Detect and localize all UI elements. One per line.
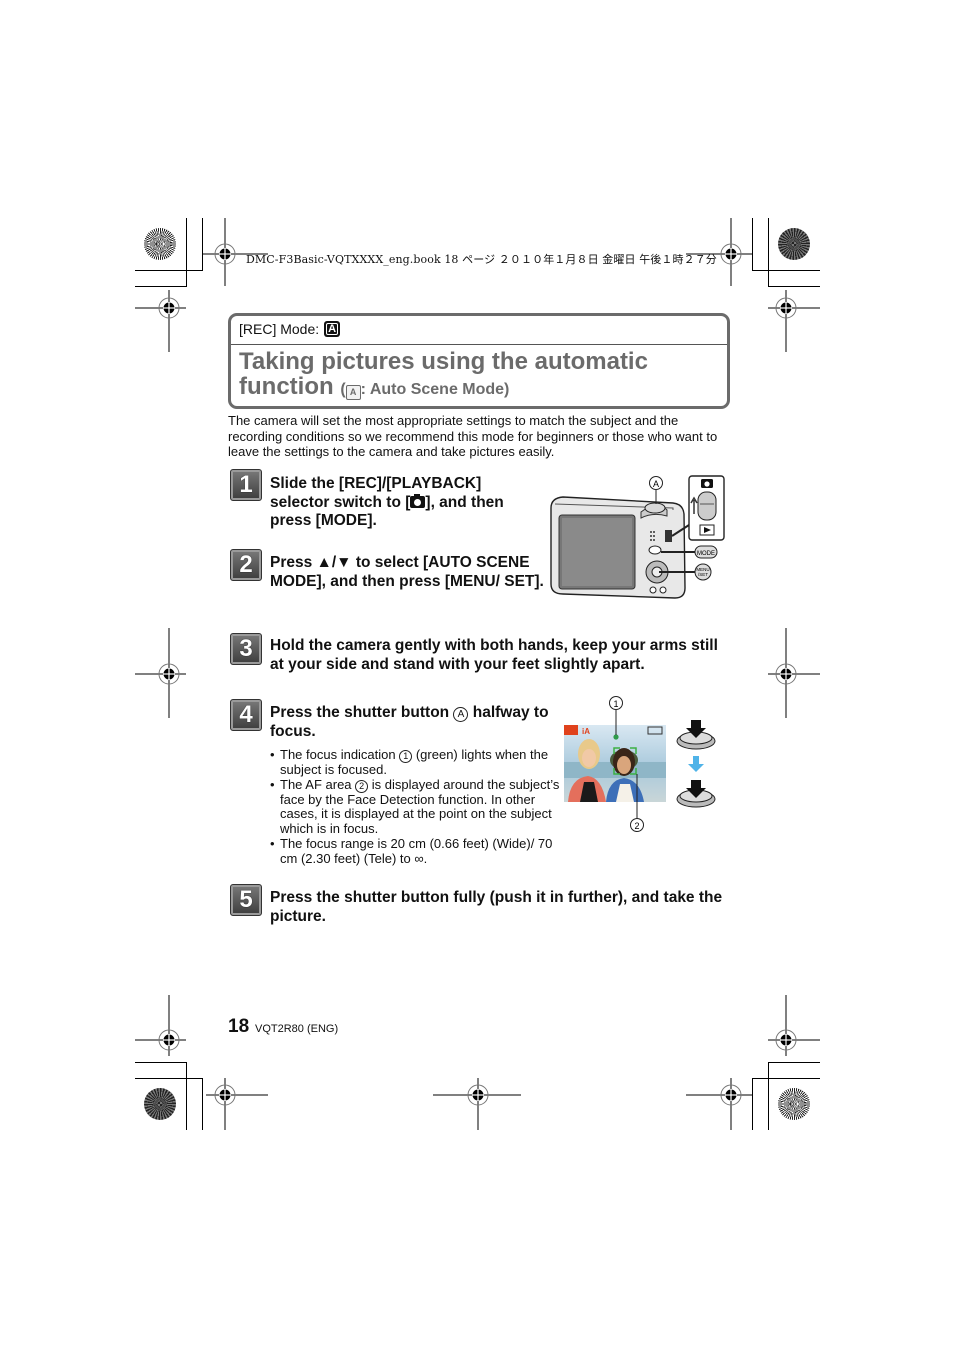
shutter-full-press-icon (676, 780, 716, 808)
document-code: VQT2R80 (ENG) (255, 1023, 339, 1035)
bullet-item: The AF area 2 is displayed around the su… (270, 777, 562, 837)
svg-text:1: 1 (613, 699, 618, 709)
page-title-line2: function (239, 373, 334, 400)
rec-mode-line: [REC] Mode: A (239, 321, 341, 337)
camera-illustration: A MODE MENU /SET (550, 475, 725, 599)
svg-text:MODE: MODE (697, 551, 715, 557)
step-4-bullets: The focus indication 1 (green) lights wh… (270, 747, 562, 866)
step-number-4: 4 (230, 699, 262, 731)
rec-mode-label: [REC] Mode: (239, 321, 320, 337)
focus-indicator-icon (613, 734, 619, 740)
title-box: [REC] Mode: A Taking pictures using the … (228, 313, 730, 409)
shutter-half-press-icon (676, 720, 716, 750)
svg-text:/SET: /SET (698, 572, 708, 577)
title-divider (231, 344, 727, 345)
crosshair-marks (135, 218, 820, 1130)
step-3-text: Hold the camera gently with both hands, … (270, 637, 718, 673)
step-5-text: Press the shutter button fully (push it … (270, 889, 723, 925)
focus-illustration: iA 1 2 (564, 696, 716, 832)
bullet-item: The focus indication 1 (green) lights wh… (270, 747, 562, 778)
page-number: 18 (228, 1016, 250, 1037)
step-number-2: 2 (230, 549, 262, 581)
bullet-item: The focus range is 20 cm (0.66 feet) (Wi… (270, 836, 562, 866)
page-subtitle: (A: Auto Scene Mode) (340, 381, 510, 400)
svg-text:A: A (653, 479, 659, 489)
svg-text:iA: iA (582, 727, 590, 736)
step-number-5: 5 (230, 884, 262, 916)
printer-header: DMC-F3Basic-VQTXXXX_eng.book 18 ページ ２０１０… (246, 253, 717, 266)
arrow-down-icon (688, 756, 704, 772)
intro-paragraph: The camera will set the most appropriate… (228, 413, 718, 459)
svg-text:2: 2 (634, 821, 639, 831)
step-number-1: 1 (230, 469, 262, 501)
lcd-preview: iA (564, 725, 666, 802)
camera-body (550, 496, 686, 599)
step-4-text: Press the shutter button A halfway to fo… (270, 704, 549, 740)
label-a-marker: A (649, 476, 663, 504)
auto-mode-small-icon: A (345, 385, 361, 400)
marker-a-icon: A (453, 707, 469, 722)
page-title: Taking pictures using the automatic func… (239, 349, 648, 402)
camera-icon (410, 493, 426, 508)
step-2-text: Press ▲/▼ to select [AUTO SCENE MODE], a… (270, 554, 544, 590)
step-1-text: Slide the [REC]/[PLAYBACK] selector swit… (270, 475, 504, 529)
auto-mode-icon: A (324, 321, 341, 337)
marker-1-icon: 1 (399, 750, 413, 763)
step-number-3: 3 (230, 633, 262, 665)
page-title-line1: Taking pictures using the automatic (239, 348, 648, 375)
